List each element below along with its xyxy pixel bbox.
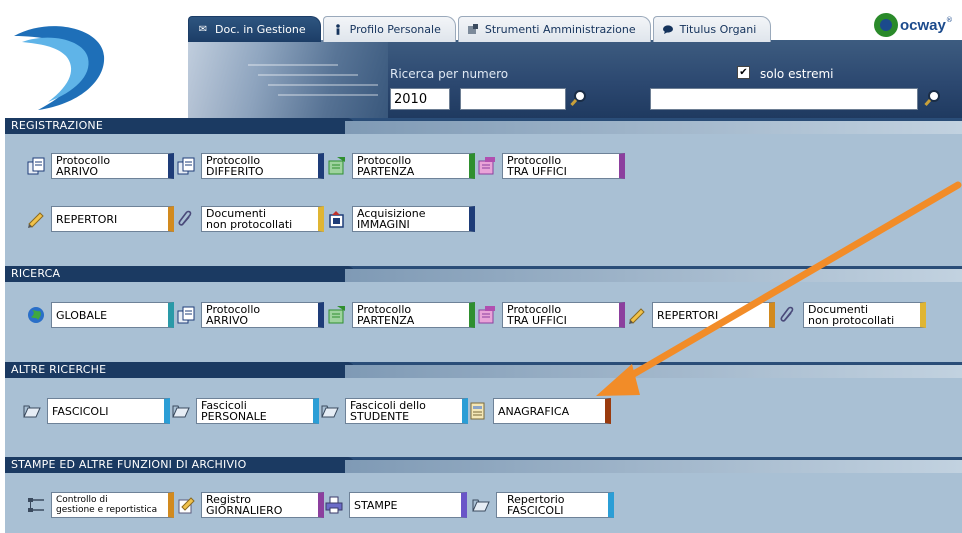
section-title-bar: STAMPE ED ALTRE FUNZIONI DI ARCHIVIO bbox=[5, 457, 962, 473]
altre-fascicoli-button[interactable]: FASCICOLI bbox=[23, 398, 170, 424]
docway-logo-icon bbox=[874, 13, 898, 37]
section-altre-ricerche: ALTRE RICERCHE FASCICOLI Fascicoli PERSO… bbox=[5, 362, 962, 457]
document-tra-uffici-icon bbox=[478, 306, 495, 324]
envelope-icon: ✉ bbox=[198, 23, 208, 35]
protocol-number-input[interactable] bbox=[460, 88, 566, 110]
registrazione-protocollo-partenza-button[interactable]: Protocollo PARTENZA bbox=[328, 153, 475, 179]
altre-fascicoli-personale-button[interactable]: Fascicoli PERSONALE bbox=[172, 398, 319, 424]
stampe-stampe-button[interactable]: STAMPE bbox=[325, 492, 467, 518]
tab-label: Strumenti Amministrazione bbox=[484, 23, 636, 36]
app-header: ✉ Doc. in Gestione Profilo Personale Str… bbox=[0, 0, 962, 118]
registrazione-repertori-button[interactable]: REPERTORI bbox=[28, 206, 174, 232]
registrazione-protocollo-differito-button[interactable]: Protocollo DIFFERITO bbox=[177, 153, 324, 179]
folder-open-icon bbox=[321, 405, 339, 418]
registrazione-acquisizione-immagini-button[interactable]: Acquisizione IMMAGINI bbox=[329, 206, 475, 232]
speech-icon bbox=[662, 24, 674, 35]
section-title: RICERCA bbox=[11, 267, 61, 280]
tools-icon bbox=[467, 24, 479, 35]
section-title-bar: REGISTRAZIONE bbox=[5, 118, 962, 134]
registrazione-documenti-non-protocollati-button[interactable]: Documenti non protocollati bbox=[178, 206, 324, 232]
section-registrazione: REGISTRAZIONE Protocollo ARRIVO Protocol… bbox=[5, 118, 962, 266]
document-arrivo-icon bbox=[27, 157, 45, 175]
folder-open-icon bbox=[472, 499, 490, 512]
tree-structure-icon bbox=[28, 498, 44, 512]
folder-open-icon bbox=[23, 405, 41, 418]
keyboard-photo bbox=[188, 40, 388, 118]
solo-estremi-label: solo estremi bbox=[760, 67, 834, 81]
magnifier-icon bbox=[570, 90, 586, 107]
stampe-repertorio-fascicoli-button[interactable]: Repertorio FASCICOLI bbox=[472, 492, 614, 518]
registrazione-protocollo-arrivo-button[interactable]: Protocollo ARRIVO bbox=[27, 153, 174, 179]
ricerca-globale-button[interactable]: GLOBALE bbox=[28, 302, 174, 328]
paperclip-icon bbox=[780, 306, 794, 322]
year-input[interactable] bbox=[390, 88, 450, 110]
ricerca-protocollo-arrivo-button[interactable]: Protocollo ARRIVO bbox=[177, 302, 324, 328]
search-number-button[interactable] bbox=[569, 88, 589, 108]
ricerca-repertori-button[interactable]: REPERTORI bbox=[629, 302, 775, 328]
tab-titulus-organi[interactable]: Titulus Organi bbox=[652, 16, 772, 42]
altre-fascicoli-studente-button[interactable]: Fascicoli dello STUDENTE bbox=[321, 398, 468, 424]
document-partenza-icon bbox=[328, 306, 345, 324]
tab-label: Doc. in Gestione bbox=[215, 23, 306, 36]
person-icon bbox=[332, 24, 344, 35]
pencil-icon bbox=[629, 308, 645, 324]
tab-doc-in-gestione[interactable]: ✉ Doc. in Gestione bbox=[188, 16, 321, 42]
free-text-search-button[interactable] bbox=[923, 88, 943, 108]
logo-swoosh-icon bbox=[14, 26, 105, 110]
paperclip-icon bbox=[178, 210, 192, 226]
search-by-number-label: Ricerca per numero bbox=[390, 67, 509, 81]
tab-strumenti-amministrazione[interactable]: Strumenti Amministrazione bbox=[457, 16, 651, 42]
stampe-controllo-gestione-button[interactable]: Controllo di gestione e reportistica bbox=[28, 492, 174, 518]
free-text-search-input[interactable] bbox=[650, 88, 918, 110]
document-partenza-icon bbox=[328, 157, 345, 175]
solo-estremi-checkbox[interactable]: ✔ bbox=[737, 66, 750, 79]
register-edit-icon bbox=[178, 497, 195, 514]
section-ricerca: RICERCA GLOBALE Protocollo ARRIVO Protoc… bbox=[5, 266, 962, 362]
section-title: REGISTRAZIONE bbox=[11, 119, 104, 132]
globe-icon bbox=[28, 307, 44, 323]
section-title-bar: ALTRE RICERCHE bbox=[5, 362, 962, 378]
folder-open-icon bbox=[172, 405, 190, 418]
tab-label: Profilo Personale bbox=[349, 23, 441, 36]
altre-anagrafica-button[interactable]: ANAGRAFICA bbox=[470, 398, 611, 424]
tab-label: Titulus Organi bbox=[679, 23, 757, 36]
document-tra-uffici-icon bbox=[478, 157, 495, 175]
document-arrivo-icon bbox=[177, 306, 195, 324]
tab-profilo-personale[interactable]: Profilo Personale bbox=[322, 16, 456, 42]
ricerca-documenti-non-protocollati-button[interactable]: Documenti non protocollati bbox=[780, 302, 926, 328]
docway-logo: ocway ® bbox=[874, 10, 953, 40]
pencil-icon bbox=[28, 212, 44, 228]
scanner-icon bbox=[329, 211, 344, 228]
section-title: STAMPE ED ALTRE FUNZIONI DI ARCHIVIO bbox=[11, 458, 247, 471]
main-tabs: ✉ Doc. in Gestione Profilo Personale Str… bbox=[188, 16, 773, 42]
address-book-icon bbox=[470, 402, 485, 420]
registrazione-protocollo-tra-uffici-button[interactable]: Protocollo TRA UFFICI bbox=[478, 153, 625, 179]
ricerca-protocollo-tra-uffici-button[interactable]: Protocollo TRA UFFICI bbox=[478, 302, 625, 328]
section-title-bar: RICERCA bbox=[5, 266, 962, 282]
section-stampe: STAMPE ED ALTRE FUNZIONI DI ARCHIVIO Con… bbox=[5, 457, 962, 533]
document-differito-icon bbox=[177, 157, 195, 175]
section-title: ALTRE RICERCHE bbox=[11, 363, 107, 376]
magnifier-icon bbox=[924, 90, 940, 107]
printer-icon bbox=[325, 496, 343, 514]
stampe-registro-giornaliero-button[interactable]: Registro GIORNALIERO bbox=[178, 492, 324, 518]
ricerca-protocollo-partenza-button[interactable]: Protocollo PARTENZA bbox=[328, 302, 475, 328]
